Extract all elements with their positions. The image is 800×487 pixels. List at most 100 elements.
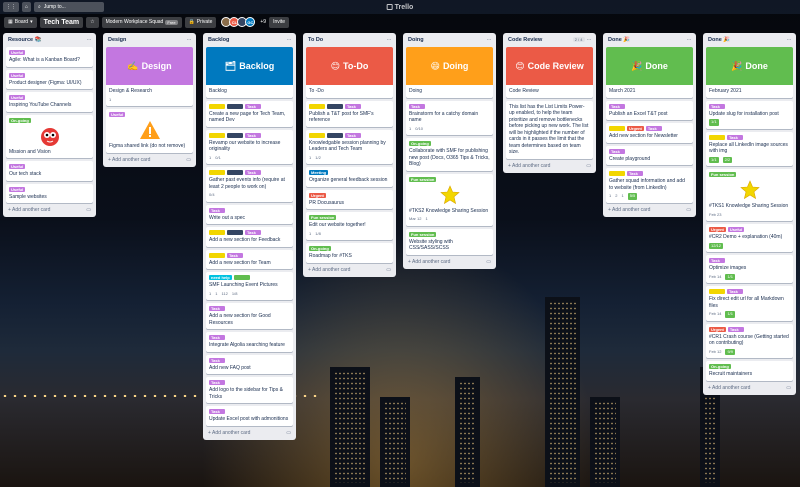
card[interactable]: On-going Roadmap for #TKS [306, 243, 393, 263]
card[interactable]: Task Add a new section for Good Resources [206, 303, 293, 329]
card-label[interactable] [209, 252, 225, 258]
more-icon[interactable]: ··· [387, 37, 392, 43]
template-icon[interactable]: ▭ [486, 259, 491, 265]
list-header[interactable]: Design ··· [106, 36, 193, 44]
card[interactable]: Task Create playground [606, 145, 693, 165]
card[interactable]: 🎉 Done February 2021 [706, 47, 793, 98]
template-icon[interactable]: ▭ [86, 207, 91, 213]
add-card-button[interactable]: + Add another card ▭ [506, 159, 593, 170]
card[interactable]: Useful Agile: What is a Kanban Board? [6, 47, 93, 67]
card-label[interactable]: Useful [727, 227, 745, 232]
card[interactable]: Task Replace all LinkedIn image sources w… [706, 131, 793, 166]
add-card-button[interactable]: + Add another card ▭ [6, 203, 93, 214]
card-label[interactable]: Task [727, 134, 743, 140]
list-header[interactable]: Done 🎉 ··· [606, 36, 693, 44]
home-button[interactable]: ⌂ [22, 2, 32, 12]
card[interactable]: Task Add a new section for Feedback [206, 227, 293, 247]
card[interactable]: Meeting Organize general feedback session [306, 167, 393, 187]
card-label[interactable] [209, 132, 225, 138]
add-card-button[interactable]: + Add another card ▭ [606, 203, 693, 214]
card[interactable]: Fun session Edit our website together! 1 1/… [306, 212, 393, 240]
card-label[interactable]: Task [345, 103, 361, 109]
card-label[interactable]: On-going [409, 141, 431, 146]
card[interactable]: Urgent Task Add new section for Newsletter [606, 123, 693, 143]
card-label[interactable]: Fun session [409, 176, 437, 182]
add-card-button[interactable]: + Add another card ▭ [306, 263, 393, 274]
card-label[interactable]: Task [209, 357, 225, 363]
card-label[interactable]: Task [209, 335, 225, 340]
more-members-count[interactable]: +9 [260, 19, 266, 25]
workspace-button[interactable]: Modern Workplace Squad Free [101, 16, 182, 28]
template-icon[interactable]: ▭ [386, 267, 391, 273]
card[interactable]: Task Update Excel post with admonitions [206, 406, 293, 426]
card-label[interactable] [233, 275, 250, 280]
card[interactable]: Urgent Useful #CR2 Demo + explanation (40m… [706, 224, 793, 252]
card[interactable]: Task Publish a T&T post for SMF's referen… [306, 100, 393, 127]
card[interactable]: 😊 Code Review Code Review [506, 47, 593, 98]
visibility-button[interactable]: 🔒 Private [184, 16, 217, 28]
card-label[interactable]: Meeting [309, 170, 329, 175]
card-label[interactable] [609, 171, 625, 176]
card[interactable]: Task Add logo to the sidebar for Tips & T… [206, 377, 293, 403]
apps-button[interactable]: ⋮⋮ [3, 2, 19, 12]
list-title[interactable]: Design [108, 37, 126, 43]
card[interactable]: Task Knowledgable session planning by Lea… [306, 129, 393, 164]
card-label[interactable] [227, 103, 243, 109]
card[interactable]: This list has the List Limits Power-up e… [506, 100, 593, 159]
list-header[interactable]: Code Review 2 / 4 ··· [506, 36, 593, 44]
template-icon[interactable]: ▭ [686, 207, 691, 213]
card[interactable]: On-going Recruit maintainers [706, 361, 793, 381]
card-label[interactable]: Useful [9, 164, 26, 169]
list-header[interactable]: Done 🎉 ··· [706, 36, 793, 44]
list-title[interactable]: Backlog [208, 37, 229, 43]
trello-logo[interactable]: Trello [386, 4, 413, 11]
template-icon[interactable]: ▭ [786, 385, 791, 391]
card[interactable]: On-going Mission and Vision [6, 114, 93, 158]
template-icon[interactable]: ▭ [286, 430, 291, 436]
card-label[interactable]: Task [727, 289, 743, 294]
card[interactable]: Task Integrate Algolia searching feature [206, 332, 293, 352]
card-label[interactable] [309, 132, 325, 138]
card-label[interactable]: Task [245, 103, 261, 109]
list-title[interactable]: Done 🎉 [608, 37, 630, 43]
card-label[interactable]: Task [209, 409, 225, 414]
card-label[interactable]: Task [227, 252, 243, 258]
card[interactable]: Useful Sample websites [6, 183, 93, 203]
card[interactable]: Urgent Task #CR1 Crash course (Getting sta… [706, 323, 793, 358]
card-label[interactable] [327, 103, 343, 109]
more-icon[interactable]: ··· [687, 37, 692, 43]
card[interactable]: Task Gather past events info (require at … [206, 167, 293, 202]
card[interactable]: Useful Figma shared link (do not remove) [106, 109, 193, 153]
card-label[interactable]: On-going [709, 364, 731, 369]
card-label[interactable]: need help [209, 275, 232, 280]
card-label[interactable]: Urgent [309, 192, 326, 198]
add-card-button[interactable]: + Add another card ▭ [406, 255, 493, 266]
card[interactable]: Useful Product designer (Figma: UI/UX) [6, 69, 93, 89]
card[interactable]: Fun session #TKS1 Knowledge Sharing Sessi… [706, 169, 793, 221]
card-label[interactable]: Task [609, 103, 625, 109]
card[interactable]: On-going Collaborate with SMF for publish… [406, 138, 493, 171]
card[interactable]: 🎉 Done March 2021 [606, 47, 693, 98]
card[interactable]: 😊 To-Do To -Do [306, 47, 393, 98]
more-icon[interactable]: ··· [287, 37, 292, 43]
card[interactable]: Useful Our tech stack [6, 161, 93, 181]
list-title[interactable]: Doing [408, 37, 424, 43]
template-icon[interactable]: ▭ [186, 157, 191, 163]
card[interactable]: Task Fix direct edit url for all Markdown… [706, 286, 793, 321]
card-label[interactable]: Task [209, 306, 225, 311]
card-label[interactable]: Task [609, 148, 625, 154]
card-label[interactable]: Task [245, 132, 261, 138]
card-label[interactable]: Task [345, 132, 361, 138]
card[interactable]: Task Brainstorm for a catchy domain name 1… [406, 100, 493, 135]
card-label[interactable] [209, 230, 225, 235]
card-label[interactable]: Task [245, 230, 261, 235]
card-label[interactable]: Task [709, 103, 725, 109]
card[interactable]: Task Write out a spec [206, 204, 293, 224]
card-label[interactable]: Task [245, 170, 261, 175]
card-label[interactable]: Fun session [709, 172, 737, 177]
list-header[interactable]: To Do ··· [306, 36, 393, 44]
card[interactable]: Useful Inspiring YouTube Channels [6, 92, 93, 112]
card[interactable]: Urgent PR Docusaurus [306, 189, 393, 209]
card[interactable]: Fun session #TKS2 Knowledge Sharing Sessi… [406, 173, 493, 226]
card[interactable]: Task Optimize images Feb 14 1/1 [706, 255, 793, 283]
